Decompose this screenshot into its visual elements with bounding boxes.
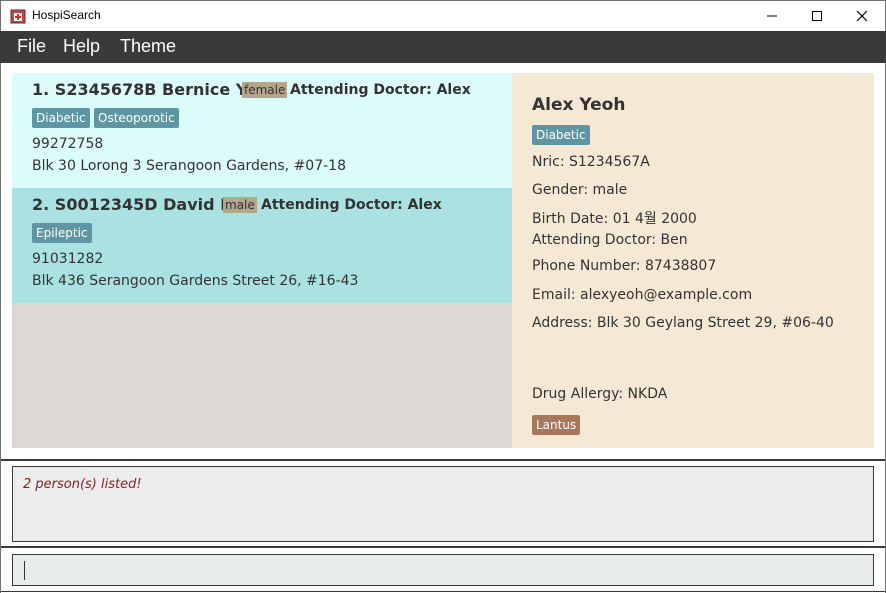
patient-index: 1.: [32, 80, 50, 99]
patient-card-title: 2. S0012345D David Li: [32, 195, 236, 214]
patient-address: Blk 30 Lorong 3 Serangoon Gardens, #07-1…: [32, 158, 346, 174]
window-title: HospiSearch: [32, 8, 101, 22]
detail-birth-date: Birth Date: 01 4월 2000: [532, 211, 697, 227]
condition-tag: Osteoporotic: [94, 108, 179, 128]
maximize-icon: [811, 10, 823, 22]
detail-nric: Nric: S1234567A: [532, 154, 650, 170]
gender-badge: female: [242, 82, 288, 98]
maximize-button[interactable]: [794, 1, 840, 31]
attending-doctor: Attending Doctor: Alex: [290, 82, 471, 98]
menu-bar: File Help Theme: [0, 31, 886, 63]
menu-help[interactable]: Help: [63, 36, 100, 57]
command-box: [12, 554, 874, 586]
patient-phone: 91031282: [32, 251, 104, 267]
patient-address: Blk 436 Serangoon Gardens Street 26, #16…: [32, 273, 359, 289]
result-section: 2 person(s) listed!: [1, 459, 885, 547]
title-bar: HospiSearch: [0, 0, 886, 31]
close-icon: [856, 10, 868, 22]
result-display[interactable]: 2 person(s) listed!: [12, 466, 874, 542]
close-button[interactable]: [839, 1, 885, 31]
patient-card[interactable]: 1. S2345678B Bernice Yu female Attending…: [12, 73, 512, 188]
minimize-icon: [766, 10, 778, 22]
medication-tag: Lantus: [532, 415, 581, 435]
patient-detail-panel: Alex Yeoh Diabetic Nric: S1234567A Gende…: [512, 73, 874, 448]
detail-phone: Phone Number: 87438807: [532, 258, 717, 274]
detail-gender: Gender: male: [532, 182, 628, 198]
condition-tag: Epileptic: [32, 223, 92, 243]
text-caret: [24, 561, 25, 580]
condition-tag: Diabetic: [32, 108, 90, 128]
detail-attending-doctor: Attending Doctor: Ben: [532, 232, 688, 248]
detail-email: Email: alexyeoh@example.com: [532, 287, 753, 303]
command-section: [1, 546, 885, 592]
patient-nric: S0012345D: [54, 195, 158, 214]
attending-doctor: Attending Doctor: Alex: [261, 197, 442, 213]
detail-name: Alex Yeoh: [532, 95, 626, 115]
patient-card[interactable]: 2. S0012345D David Li male Attending Doc…: [12, 188, 512, 303]
patient-list[interactable]: 1. S2345678B Bernice Yu female Attending…: [12, 73, 512, 448]
patient-card-title: 1. S2345678B Bernice Yu: [32, 80, 258, 99]
command-input[interactable]: [14, 556, 872, 584]
gender-badge: male: [223, 197, 257, 213]
patient-index: 2.: [32, 195, 50, 214]
main-area: 1. S2345678B Bernice Yu female Attending…: [1, 63, 885, 459]
patient-phone: 99272758: [32, 136, 104, 152]
patient-nric: S2345678B: [54, 80, 157, 99]
minimize-button[interactable]: [749, 1, 795, 31]
menu-file[interactable]: File: [17, 36, 46, 57]
detail-condition-tag: Diabetic: [532, 125, 590, 145]
menu-theme[interactable]: Theme: [120, 36, 176, 57]
detail-address: Address: Blk 30 Geylang Street 29, #06-4…: [532, 315, 834, 331]
result-message: 2 person(s) listed!: [23, 477, 142, 492]
detail-drug-allergy: Drug Allergy: NKDA: [532, 386, 668, 402]
hospital-icon: [10, 8, 26, 24]
